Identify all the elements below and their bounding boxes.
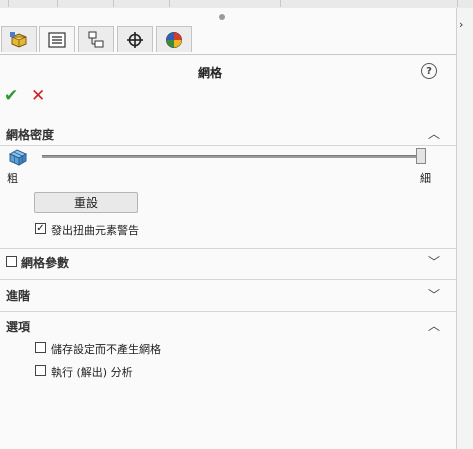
save-without-meshing-label: 儲存設定而不產生網格 <box>51 343 161 356</box>
divider <box>0 311 456 312</box>
tab-property-manager[interactable] <box>39 26 75 52</box>
manager-tabs <box>0 20 456 55</box>
section-advanced[interactable]: 進階 ﹀ <box>0 284 456 306</box>
feature-manager-icon <box>10 31 27 48</box>
chevron-up-icon[interactable]: ︿ <box>428 125 440 142</box>
tab-configuration-manager[interactable] <box>78 26 114 52</box>
help-icon[interactable]: ? <box>421 63 437 79</box>
divider <box>0 145 456 146</box>
cancel-button[interactable]: ✕ <box>31 86 45 106</box>
warn-distorted-label: 發出扭曲元素警告 <box>51 224 139 237</box>
reset-button[interactable]: 重設 <box>34 192 138 213</box>
section-mesh-parameters-label: 網格參數 <box>21 256 70 270</box>
fine-label: 細 <box>420 172 431 185</box>
section-options-label: 選項 <box>6 320 31 334</box>
divider <box>0 279 456 280</box>
section-advanced-label: 進階 <box>6 289 31 303</box>
chevron-down-icon[interactable]: ﹀ <box>428 253 440 270</box>
mesh-icon <box>8 149 28 166</box>
run-analysis-label: 執行 (解出) 分析 <box>51 366 133 379</box>
configuration-manager-icon <box>88 31 104 47</box>
save-without-meshing-checkbox[interactable] <box>35 342 46 353</box>
divider <box>0 248 456 249</box>
run-analysis-checkbox[interactable] <box>35 365 46 376</box>
section-mesh-parameters[interactable]: 網格參數 ﹀ <box>0 251 456 273</box>
ok-button[interactable]: ✔ <box>4 86 18 106</box>
right-strip: › <box>457 8 473 449</box>
section-options[interactable]: 選項 ︿ <box>0 315 456 337</box>
chevron-up-icon[interactable]: ︿ <box>428 317 440 334</box>
tab-feature-manager[interactable] <box>1 26 37 52</box>
panel-title: 網格 <box>197 66 222 80</box>
mesh-parameters-checkbox[interactable] <box>6 256 17 267</box>
slider-thumb[interactable] <box>416 148 426 164</box>
chevron-down-icon[interactable]: ﹀ <box>428 286 440 303</box>
tab-display-manager[interactable] <box>156 26 192 52</box>
display-manager-icon <box>166 31 182 48</box>
section-mesh-density-label: 網格密度 <box>6 128 55 142</box>
coarse-label: 粗 <box>7 172 18 185</box>
property-manager-icon <box>48 31 66 48</box>
expand-caret-icon[interactable]: › <box>459 18 463 31</box>
mesh-density-slider[interactable] <box>42 155 422 158</box>
tab-dimxpert-manager[interactable] <box>117 26 153 52</box>
warn-distorted-checkbox[interactable]: ✓ <box>35 223 46 234</box>
section-mesh-density[interactable]: 網格密度 ︿ <box>0 123 456 145</box>
dimxpert-manager-icon <box>127 31 143 48</box>
